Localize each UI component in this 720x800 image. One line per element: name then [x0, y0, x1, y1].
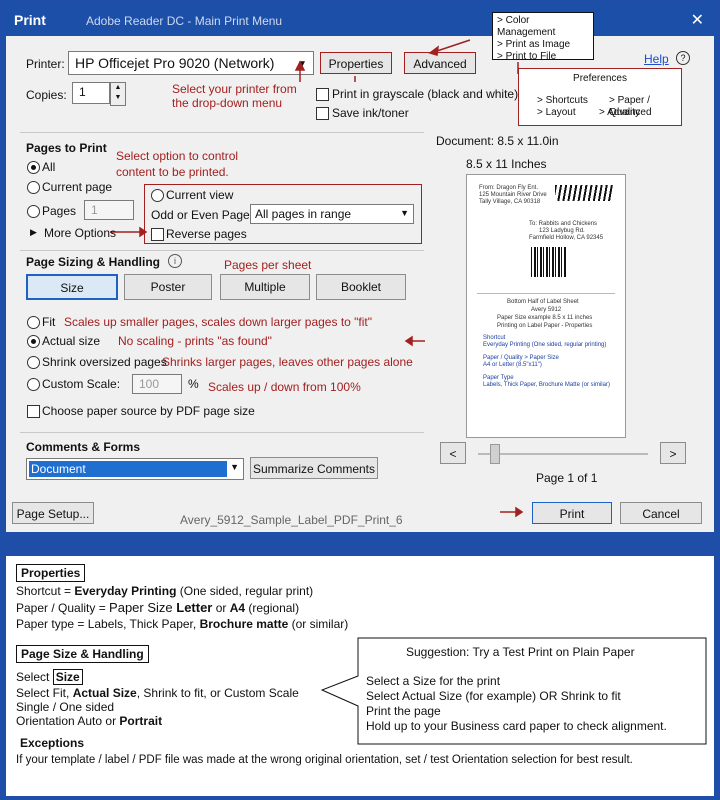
exceptions-text: If your template / label / PDF file was …: [16, 754, 633, 766]
exceptions-heading: Exceptions: [20, 736, 85, 750]
suggestion-step: Print the page: [366, 704, 441, 718]
suggestion-title: Suggestion: Try a Test Print on Plain Pa…: [406, 645, 635, 659]
suggestion-callout: [320, 637, 707, 745]
suggestion-step: Select a Size for the print: [366, 674, 501, 688]
suggestion-step: Hold up to your Business card paper to c…: [366, 719, 667, 733]
suggestion-step: Select Actual Size (for example) OR Shri…: [366, 689, 621, 703]
